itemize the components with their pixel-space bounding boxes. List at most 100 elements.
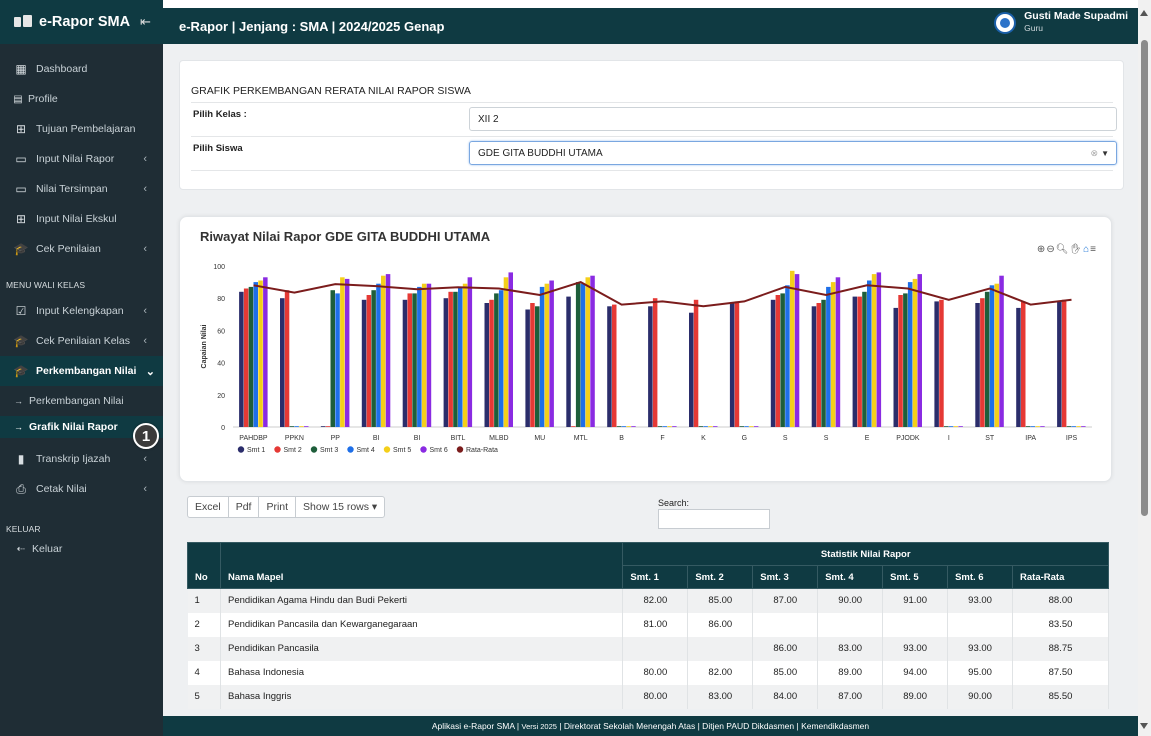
- pdf-button[interactable]: Pdf: [227, 496, 260, 518]
- col-smt3[interactable]: Smt. 3: [752, 565, 819, 589]
- table-row[interactable]: 2 Pendidikan Pancasila dan Kewarganegaraa…: [187, 612, 1109, 637]
- col-smt4[interactable]: Smt. 4: [817, 565, 884, 589]
- sidebar-subitem-perkembangan-nilai[interactable]: → Perkembangan Nilai: [0, 390, 163, 412]
- sidebar-item-label: Transkrip Ijazah: [36, 453, 111, 465]
- col-nama-mapel[interactable]: Nama Mapel: [219, 542, 624, 589]
- table-cell: 87.00: [817, 684, 884, 709]
- sidebar-item-cek-penilaian-kelas[interactable]: 🎓 Cek Penilaian Kelas ‹: [0, 326, 163, 356]
- x-tick-label: PP: [331, 435, 341, 442]
- bar-smt-5: [790, 270, 795, 427]
- bar-smt-4: [376, 283, 381, 427]
- legend-marker: [274, 446, 281, 453]
- bar-smt-3: [739, 426, 744, 427]
- bar-smt-2: [816, 303, 821, 427]
- sidebar-item-dashboard[interactable]: ▦ Dashboard: [0, 54, 163, 84]
- bar-smt-6: [304, 426, 309, 427]
- filter-card: GRAFIK PERKEMBANGAN RERATA NILAI RAPOR S…: [179, 60, 1124, 190]
- bar-smt-1: [893, 307, 898, 427]
- user-menu[interactable]: Gusti Made Supadmi Guru: [994, 10, 1128, 34]
- bar-smt-5: [381, 275, 386, 427]
- x-tick-label: MTL: [574, 435, 588, 442]
- sidebar-item-cetak-nilai[interactable]: ⎙ Cetak Nilai ‹: [0, 474, 163, 504]
- print-button[interactable]: Print: [258, 496, 297, 518]
- sidebar-item-input-nilai-ekskul[interactable]: ⊞ Input Nilai Ekskul: [0, 204, 163, 234]
- bar-smt-6: [549, 280, 554, 427]
- col-no[interactable]: No: [187, 542, 221, 589]
- table-cell: 85.50: [1012, 684, 1109, 709]
- legend-label: Smt 3: [320, 447, 338, 454]
- sidebar-item-perkembangan-nilai[interactable]: 🎓 Perkembangan Nilai ⌄: [0, 356, 163, 386]
- search-label: Search:: [658, 498, 690, 508]
- bar-smt-6: [876, 272, 882, 427]
- col-smt2[interactable]: Smt. 2: [687, 565, 754, 589]
- logout-icon: ⇠: [16, 543, 26, 555]
- sidebar-item-label: Keluar: [32, 543, 63, 555]
- sidebar-item-label: Nilai Tersimpan: [36, 183, 108, 195]
- col-smt6[interactable]: Smt. 6: [947, 565, 1014, 589]
- bar-smt-6: [426, 283, 432, 427]
- col-rata-rata[interactable]: Rata-Rata: [1012, 565, 1109, 589]
- bar-smt-4: [744, 426, 749, 427]
- table-row[interactable]: 1 Pendidikan Agama Hindu dan Budi Pekerti…: [187, 588, 1109, 613]
- bar-smt-6: [385, 274, 391, 427]
- col-smt1[interactable]: Smt. 1: [622, 565, 689, 589]
- siswa-select[interactable]: GDE GITA BUDDHI UTAMA ⊗ ▼: [469, 141, 1117, 165]
- bar-smt-1: [484, 303, 489, 427]
- sidebar-item-keluar[interactable]: ⇠ Keluar: [0, 540, 163, 558]
- sidebar-item-input-kelengkapan[interactable]: ☑ Input Kelengkapan ‹: [0, 296, 163, 326]
- table-cell: 95.00: [947, 660, 1014, 685]
- bar-smt-3: [1025, 426, 1031, 427]
- bar-smt-5: [830, 282, 836, 427]
- logo-icon: [14, 15, 32, 29]
- sidebar-item-transkrip-ijazah[interactable]: ▮ Transkrip Ijazah ‹: [0, 444, 163, 474]
- kelas-value: XII 2: [478, 113, 499, 125]
- bar-smt-5: [340, 277, 345, 427]
- search-input[interactable]: [658, 509, 770, 529]
- excel-button[interactable]: Excel: [187, 496, 229, 518]
- chart-svg: 020406080100Capaian NilaiPAHDBP PPKN PP BI B…: [201, 264, 1092, 454]
- sidebar-item-tujuan-pembelajaran[interactable]: ⊞ Tujuan Pembelajaran: [0, 114, 163, 144]
- table-cell: Pendidikan Pancasila dan Kewarganegaraan: [220, 612, 624, 637]
- chevron-left-icon: ‹: [143, 243, 147, 255]
- brand-title: e-Rapor SMA: [39, 14, 131, 30]
- bar-smt-5: [258, 280, 263, 427]
- x-tick-label: K: [701, 435, 706, 442]
- table-cell: 80.00: [622, 660, 689, 685]
- bar-smt-1: [1016, 307, 1021, 427]
- check-square-icon: ☑: [15, 304, 27, 318]
- sidebar-item-profile[interactable]: ▤ Profile: [0, 84, 163, 114]
- bar-smt-5: [299, 426, 304, 427]
- table-cell: 2: [187, 612, 221, 637]
- user-role: Guru: [1024, 23, 1044, 33]
- x-tick-label: F: [660, 435, 664, 442]
- bar-smt-2: [612, 304, 617, 427]
- bar-smt-6: [713, 426, 718, 427]
- scroll-thumb[interactable]: [1141, 40, 1148, 516]
- sidebar-item-cek-penilaian[interactable]: 🎓 Cek Penilaian ‹: [0, 234, 163, 264]
- bar-smt-6: [344, 278, 350, 427]
- scroll-down-arrow-icon[interactable]: [1140, 723, 1148, 729]
- page-length-button[interactable]: Show 15 rows ▾: [295, 496, 386, 518]
- sidebar-item-nilai-tersimpan[interactable]: ▭ Nilai Tersimpan ‹: [0, 174, 163, 204]
- col-smt5[interactable]: Smt. 5: [882, 565, 949, 589]
- bar-smt-2: [489, 299, 494, 427]
- clear-icon[interactable]: ⊗: [1090, 148, 1098, 159]
- table-row[interactable]: 4 Bahasa Indonesia 80.00 82.00 85.00 89.00 94.…: [187, 660, 1109, 685]
- kelas-select[interactable]: XII 2: [469, 107, 1117, 131]
- legend-marker: [237, 446, 245, 453]
- table-row[interactable]: 5 Bahasa Inggris 80.00 83.00 84.00 87.00 89.00…: [187, 684, 1109, 709]
- legend-marker: [347, 446, 354, 453]
- page-scrollbar[interactable]: [1138, 0, 1151, 736]
- bar-smt-2: [448, 291, 453, 427]
- table-row[interactable]: 3 Pendidikan Pancasila 86.00 83.00 93.00 93.0…: [187, 636, 1109, 661]
- y-tick-label: 20: [217, 393, 225, 400]
- x-tick-label: IPA: [1025, 435, 1036, 442]
- scroll-up-arrow-icon[interactable]: [1140, 10, 1148, 16]
- brand[interactable]: e-Rapor SMA ⇤: [0, 0, 163, 44]
- sidebar-item-input-nilai-rapor[interactable]: ▭ Input Nilai Rapor ‹: [0, 144, 163, 174]
- arrow-right-icon: →: [14, 396, 23, 406]
- collapse-sidebar-icon[interactable]: ⇤: [140, 14, 151, 30]
- bar-smt-5: [503, 277, 509, 427]
- bar-smt-1: [934, 301, 939, 427]
- table-cell: [882, 612, 949, 637]
